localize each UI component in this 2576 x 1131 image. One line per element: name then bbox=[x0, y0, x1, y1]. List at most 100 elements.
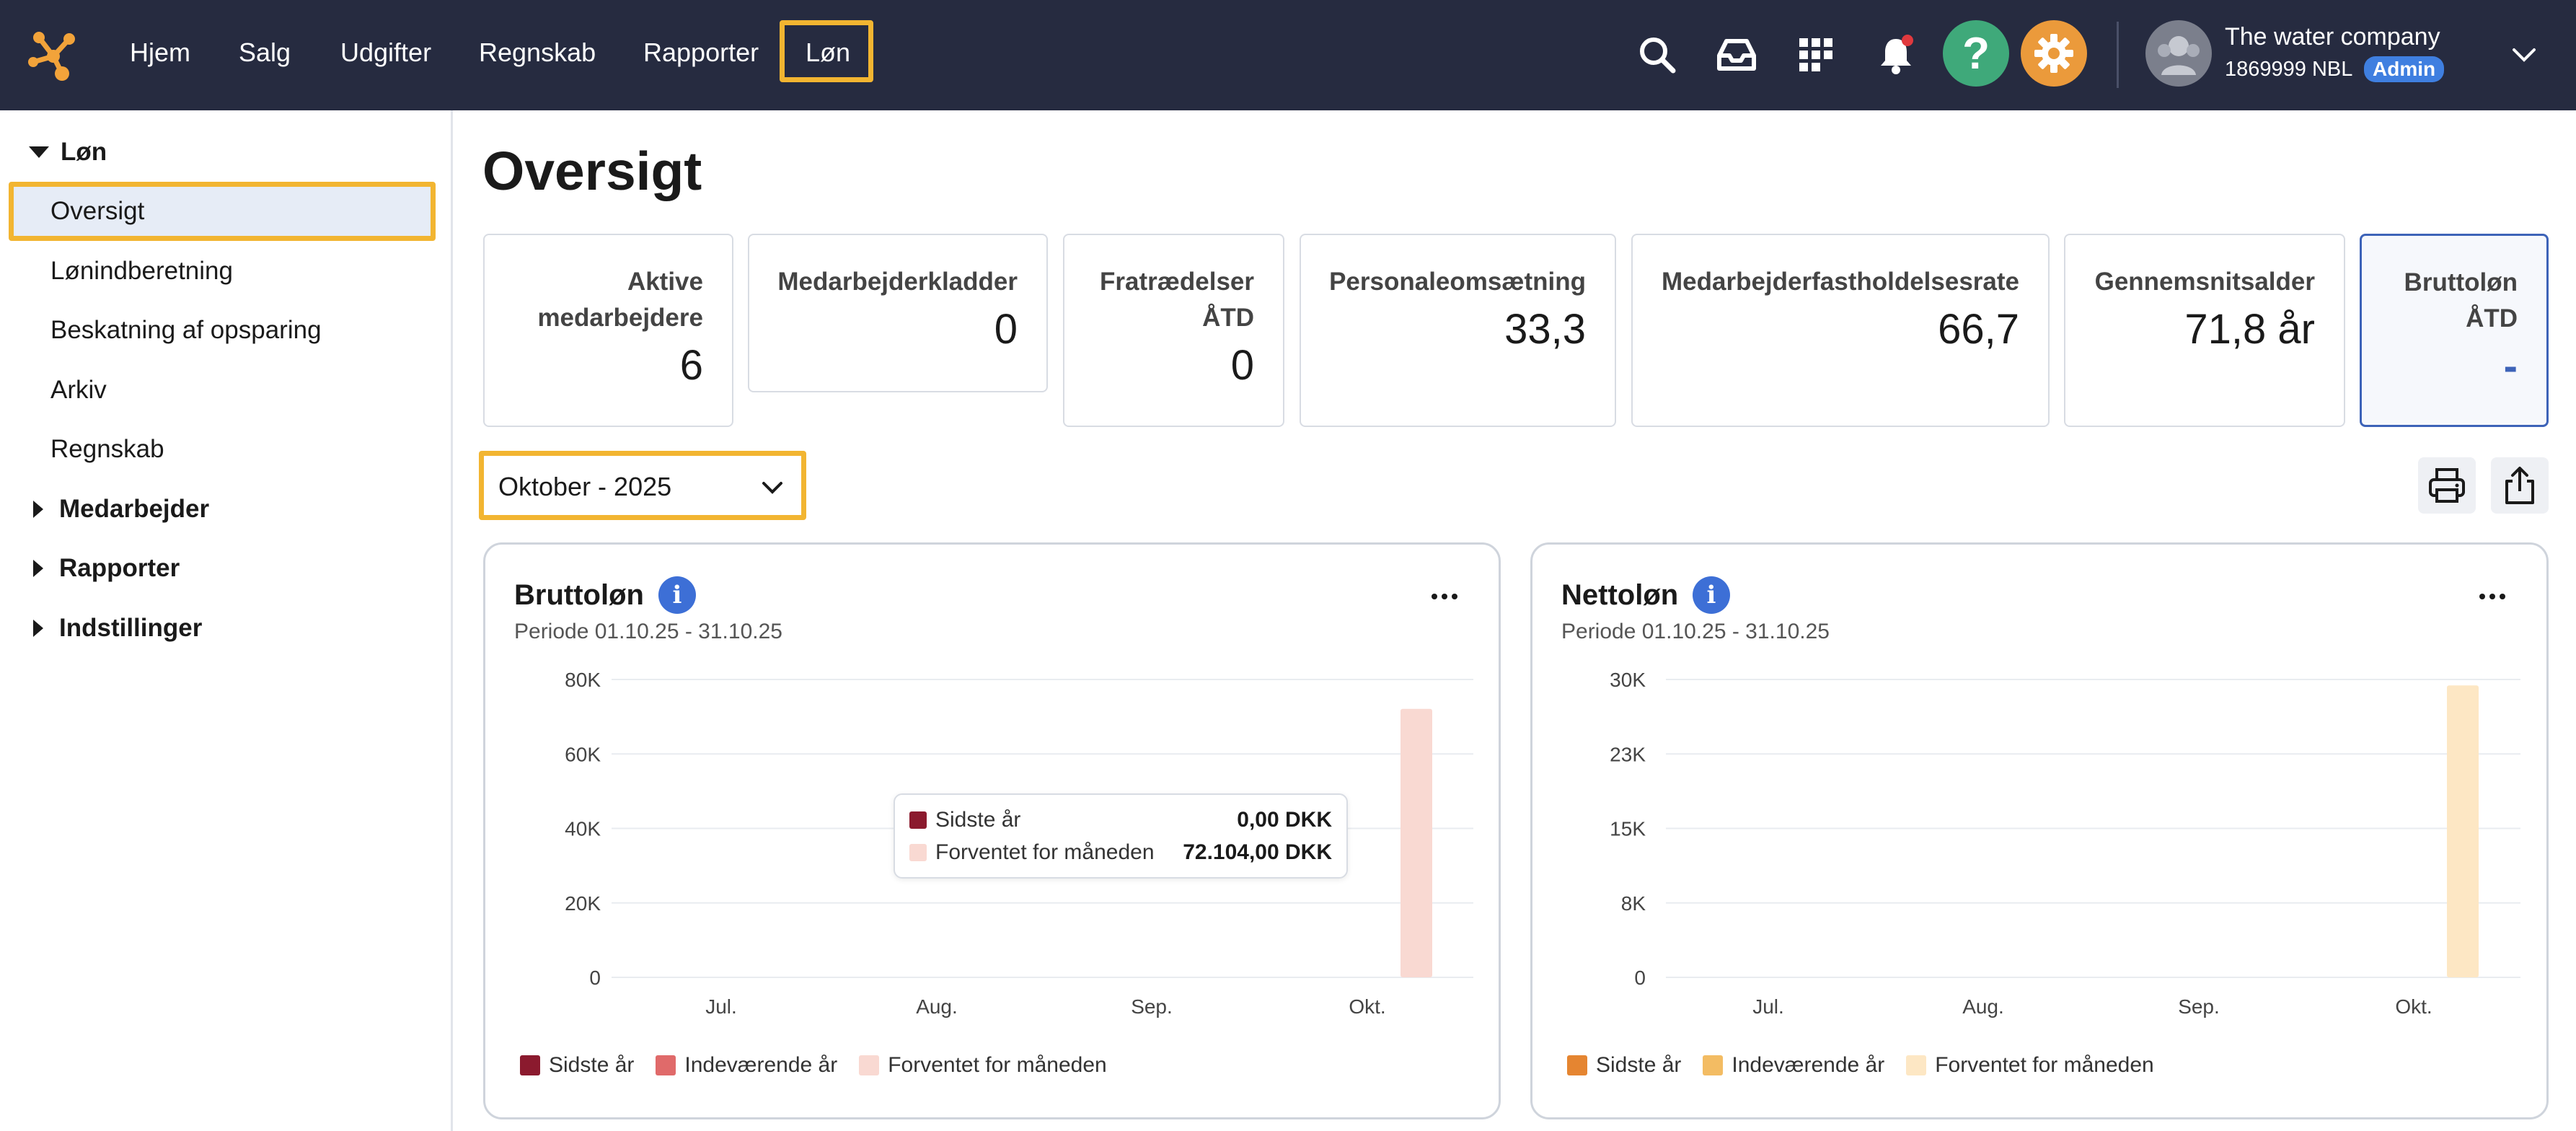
legend-label: Forventet for måneden bbox=[1935, 1053, 2154, 1077]
page-title: Oversigt bbox=[482, 141, 702, 201]
sidebar-group-indstillinger[interactable]: Indstillinger bbox=[29, 614, 202, 643]
chart-tooltip: Sidste år 0,00 DKK Forventet for måneden… bbox=[894, 793, 1348, 879]
chart-plot: 0 8K 15K 23K 30K Jul. Aug. Sep. Okt. bbox=[1610, 669, 2520, 1018]
legend-item[interactable]: Indeværende år bbox=[656, 1053, 837, 1078]
search-icon[interactable] bbox=[1628, 26, 1686, 84]
y-tick-label: 60K bbox=[565, 743, 601, 765]
avatar[interactable] bbox=[2145, 20, 2212, 87]
settings-icon[interactable] bbox=[2021, 20, 2087, 87]
kpi-value: 6 bbox=[679, 342, 703, 389]
app-logo-icon[interactable] bbox=[26, 27, 81, 82]
apps-grid-icon[interactable] bbox=[1787, 26, 1845, 84]
nav-lon[interactable]: Løn bbox=[806, 35, 850, 71]
legend-swatch bbox=[1567, 1055, 1587, 1075]
y-tick-label: 80K bbox=[565, 669, 601, 691]
sidebar-item-oversigt[interactable]: Oversigt bbox=[50, 197, 144, 226]
x-tick-label: Aug. bbox=[1962, 995, 2004, 1018]
chevron-down-icon[interactable] bbox=[2508, 39, 2540, 71]
y-tick-label: 15K bbox=[1610, 818, 1646, 840]
kpi-value: 0 bbox=[994, 306, 1018, 353]
x-tick-label: Jul. bbox=[705, 995, 737, 1018]
tooltip-label: Sidste år bbox=[935, 808, 1021, 832]
x-tick-label: Okt. bbox=[2395, 995, 2432, 1018]
role-badge: Admin bbox=[2364, 56, 2445, 82]
x-tick-label: Sep. bbox=[1131, 995, 1173, 1018]
nav-udgifter[interactable]: Udgifter bbox=[340, 35, 431, 71]
nav-hjem[interactable]: Hjem bbox=[130, 35, 190, 71]
bell-icon[interactable] bbox=[1867, 26, 1925, 84]
sidebar-group-rapporter[interactable]: Rapporter bbox=[29, 554, 180, 583]
kpi-aktive-medarbejdere[interactable]: Aktive medarbejdere 6 bbox=[483, 234, 733, 427]
legend-swatch bbox=[1703, 1055, 1724, 1075]
sidebar-item-arkiv[interactable]: Arkiv bbox=[50, 376, 107, 405]
y-tick-label: 20K bbox=[565, 892, 601, 915]
y-tick-label: 8K bbox=[1621, 892, 1646, 915]
kpi-label: Aktive medarbejdere bbox=[537, 268, 703, 332]
kpi-fratraedelser[interactable]: Fratrædelser ÅTD 0 bbox=[1063, 234, 1284, 427]
sidebar-item-beskatning[interactable]: Beskatning af opsparing bbox=[50, 316, 322, 345]
sidebar-group-label: Medarbejder bbox=[59, 495, 210, 523]
legend-label: Sidste år bbox=[549, 1053, 635, 1077]
tooltip-value: 0,00 DKK bbox=[1237, 808, 1332, 832]
sidebar-item-regnskab[interactable]: Regnskab bbox=[50, 435, 164, 464]
legend-swatch bbox=[859, 1055, 880, 1075]
inbox-icon[interactable] bbox=[1708, 26, 1765, 84]
kpi-label: Fratrædelser ÅTD bbox=[1100, 268, 1254, 332]
sidebar-group-label: Løn bbox=[61, 138, 107, 166]
sidebar-group-lon[interactable]: Løn bbox=[29, 138, 107, 167]
legend-label: Forventet for måneden bbox=[888, 1053, 1107, 1077]
legend-item[interactable]: Forventet for måneden bbox=[859, 1053, 1107, 1078]
print-button[interactable] bbox=[2418, 457, 2476, 514]
kpi-value: 66,7 bbox=[1938, 306, 2019, 353]
x-tick-label: Aug. bbox=[916, 995, 958, 1018]
kpi-label: Gennemsnitsalder bbox=[2094, 268, 2315, 296]
sidebar-group-label: Rapporter bbox=[59, 554, 180, 582]
x-tick-label: Okt. bbox=[1349, 995, 1385, 1018]
y-tick-label: 23K bbox=[1610, 743, 1646, 765]
tooltip-label: Forventet for måneden bbox=[935, 840, 1155, 864]
company-name[interactable]: The water company bbox=[2225, 23, 2440, 51]
legend-item[interactable]: Sidste år bbox=[1567, 1053, 1681, 1078]
kpi-value: - bbox=[2503, 343, 2518, 390]
legend-swatch bbox=[520, 1055, 540, 1075]
kpi-personaleomsaetning[interactable]: Personaleomsætning 33,3 bbox=[1300, 234, 1616, 427]
nav-regnskab[interactable]: Regnskab bbox=[479, 35, 596, 71]
tooltip-value: 72.104,00 DKK bbox=[1183, 840, 1332, 864]
period-select[interactable]: Oktober - 2025 bbox=[479, 451, 806, 520]
print-icon bbox=[2429, 468, 2465, 503]
y-tick-label: 0 bbox=[589, 967, 601, 989]
tooltip-swatch bbox=[909, 811, 927, 829]
nav-salg[interactable]: Salg bbox=[239, 35, 291, 71]
sidebar-group-medarbejder[interactable]: Medarbejder bbox=[29, 495, 209, 524]
legend-item[interactable]: Sidste år bbox=[520, 1053, 634, 1078]
legend-swatch bbox=[656, 1055, 676, 1075]
y-tick-label: 40K bbox=[565, 818, 601, 840]
kpi-gennemsnitsalder[interactable]: Gennemsnitsalder 71,8 år bbox=[2064, 234, 2345, 427]
kpi-fastholdelsesrate[interactable]: Medarbejderfastholdelsesrate 66,7 bbox=[1631, 234, 2050, 427]
legend-label: Indeværende år bbox=[684, 1053, 838, 1077]
share-button[interactable] bbox=[2491, 457, 2549, 514]
kpi-bruttolon-atd[interactable]: Bruttoløn ÅTD - bbox=[2360, 234, 2549, 427]
legend-item[interactable]: Indeværende år bbox=[1703, 1053, 1884, 1078]
y-tick-label: 0 bbox=[1634, 967, 1646, 989]
legend-label: Sidste år bbox=[1596, 1053, 1682, 1077]
nav-rapporter[interactable]: Rapporter bbox=[643, 35, 759, 71]
org-number: 1869999 NBL bbox=[2225, 58, 2353, 81]
x-tick-label: Jul. bbox=[1752, 995, 1784, 1018]
sidebar-item-lonindberetning[interactable]: Lønindberetning bbox=[50, 257, 233, 286]
tooltip-swatch bbox=[909, 844, 927, 861]
share-icon bbox=[2505, 467, 2534, 504]
help-icon[interactable]: ? bbox=[1943, 20, 2009, 87]
chart-card-nettolon: Nettoløn i Periode 01.10.25 - 31.10.25 0… bbox=[1530, 542, 2549, 1119]
y-tick-label: 30K bbox=[1610, 669, 1646, 691]
x-tick-label: Sep. bbox=[2178, 995, 2220, 1018]
sidebar-group-label: Indstillinger bbox=[59, 614, 203, 642]
kpi-label: Medarbejderkladder bbox=[777, 268, 1018, 296]
chart-legend: Sidste år Indeværende år Forventet for mån… bbox=[1567, 1053, 2176, 1078]
chevron-down-icon bbox=[762, 482, 782, 494]
legend-item[interactable]: Forventet for måneden bbox=[1906, 1053, 2154, 1078]
caret-right-icon bbox=[33, 501, 43, 518]
period-select-value: Oktober - 2025 bbox=[498, 472, 672, 501]
toolbar-separator bbox=[2117, 22, 2119, 88]
kpi-medarbejderkladder[interactable]: Medarbejderkladder 0 bbox=[748, 234, 1048, 392]
